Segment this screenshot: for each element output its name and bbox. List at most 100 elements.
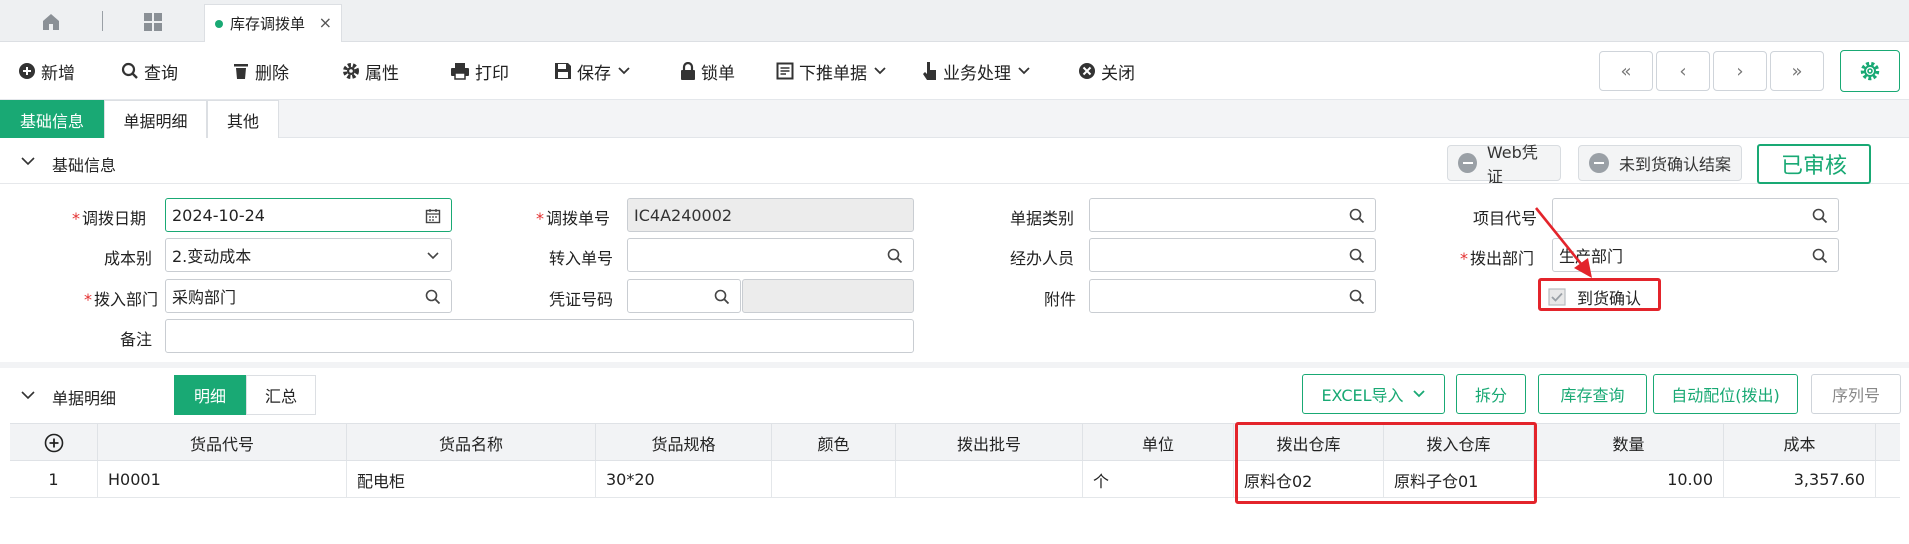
col-qty[interactable]: 数量 [1534,424,1724,462]
query-label: 查询 [144,63,178,84]
close-button[interactable]: 关闭 [1078,57,1135,85]
cell-goods-name[interactable]: 配电柜 [347,461,596,498]
business-button[interactable]: 业务处理 [922,57,1036,85]
tab-detail[interactable]: 明细 [174,375,246,415]
detail-title: 单据明细 [52,389,117,408]
handler-field[interactable] [1089,238,1376,272]
tab-doc-detail[interactable]: 单据明细 [104,100,207,138]
auto-allocate-button[interactable]: 自动配位(拨出) [1653,374,1798,414]
remark-field[interactable] [165,319,914,353]
tab-stock-transfer[interactable]: 库存调拨单 × [204,4,342,42]
voucher-no-field[interactable] [627,279,741,313]
search-icon [1812,208,1828,224]
print-button[interactable]: 打印 [450,57,509,85]
cell-unit[interactable]: 个 [1083,461,1234,498]
cell-color[interactable] [772,461,896,498]
lock-icon [681,62,695,80]
document-list-icon [776,62,794,80]
chevron-down-icon [1018,67,1030,75]
cell-cost[interactable]: 3,357.60 [1724,461,1876,498]
properties-button[interactable]: 属性 [342,57,399,85]
print-label: 打印 [475,63,509,84]
cell-spec[interactable]: 30*20 [596,461,772,498]
col-out-batch[interactable]: 拨出批号 [896,424,1083,462]
home-icon[interactable] [28,9,74,35]
tab-summary[interactable]: 汇总 [246,375,316,415]
chevron-down-icon[interactable] [20,389,36,401]
unarrived-settle-label: 未到货确认结案 [1619,155,1732,174]
transfer-date-value: 2024-10-24 [172,205,265,225]
in-dept-label: * 拨入部门 [84,290,159,309]
voucher-no-label: 凭证号码 [549,290,614,309]
cell-qty[interactable]: 10.00 [1534,461,1724,498]
handler-label: 经办人员 [1010,249,1075,268]
split-button[interactable]: 拆分 [1456,374,1526,414]
annotation-arrow-icon [1534,207,1592,278]
close-circle-icon [1079,63,1095,79]
in-doc-no-field[interactable] [627,238,914,272]
web-voucher-button[interactable]: Web凭证 [1447,143,1561,186]
stock-query-button[interactable]: 库存查询 [1538,374,1647,414]
delete-button[interactable]: 删除 [232,57,289,85]
attachment-label: 附件 [1044,290,1077,309]
close-icon[interactable]: × [319,13,332,32]
transfer-date-label: * 调拨日期 [72,209,147,228]
add-row-button[interactable] [10,424,98,462]
push-down-button[interactable]: 下推单据 [776,57,892,85]
tab-basic-info[interactable]: 基础信息 [0,100,104,138]
in-dept-field[interactable]: 采购部门 [165,279,452,313]
remark-label: 备注 [120,330,153,349]
apps-grid-icon[interactable] [138,9,168,35]
col-unit[interactable]: 单位 [1083,424,1234,462]
doc-type-field[interactable] [1089,198,1376,232]
chevron-down-icon [1412,390,1425,398]
highlight-box-warehouses [1235,422,1537,504]
excel-import-button[interactable]: EXCEL导入 [1302,374,1445,414]
tab-divider [102,11,103,31]
add-label: 新增 [41,63,75,84]
tab-label: 库存调拨单 [230,15,306,33]
col-cost[interactable]: 成本 [1724,424,1876,462]
chevron-down-icon [874,67,886,75]
basic-info-title: 基础信息 [52,156,117,175]
col-goods-name[interactable]: 货品名称 [347,424,596,462]
trash-icon [234,64,248,79]
search-icon [425,289,441,305]
cell-out-batch[interactable] [896,461,1083,498]
search-icon [1812,248,1828,264]
table-row[interactable]: 1 H0001 配电柜 30*20 个 原料仓02 原料子仓01 10.00 3… [10,461,1900,498]
add-button[interactable]: 新增 [18,57,75,85]
search-icon [121,62,138,79]
col-goods-code[interactable]: 货品代号 [98,424,347,462]
tab-other[interactable]: 其他 [207,100,279,138]
cost-type-select[interactable]: 2.变动成本 [165,238,452,272]
delete-label: 删除 [255,63,289,84]
transfer-date-field[interactable]: 2024-10-24 [165,198,452,232]
nav-next-button[interactable]: › [1713,51,1767,91]
serial-no-button[interactable]: 序列号 [1811,374,1901,414]
minus-circle-icon [1458,153,1477,173]
col-color[interactable]: 颜色 [772,424,896,462]
voucher-extra-field [742,279,914,313]
lock-button[interactable]: 锁单 [680,57,735,85]
save-label: 保存 [577,63,611,84]
save-button[interactable]: 保存 [554,57,636,85]
settings-button[interactable] [1840,50,1900,92]
transfer-no-field: IC4A240002 [627,198,914,232]
chevron-down-icon[interactable] [20,155,36,167]
col-spec[interactable]: 货品规格 [596,424,772,462]
cost-type-label: 成本别 [104,249,153,268]
attachment-field[interactable] [1089,279,1376,313]
printer-icon [451,63,469,80]
query-button[interactable]: 查询 [121,57,178,85]
unarrived-settle-button[interactable]: 未到货确认结案 [1578,145,1742,181]
nav-prev-button[interactable]: ‹ [1656,51,1710,91]
search-icon [714,289,730,305]
plus-circle-icon [19,63,35,79]
chevron-down-icon [618,67,630,75]
in-doc-no-label: 转入单号 [549,249,614,268]
cell-goods-code[interactable]: H0001 [98,461,347,498]
nav-first-button[interactable]: « [1599,51,1653,91]
chevron-down-icon [427,252,439,260]
nav-last-button[interactable]: » [1770,51,1824,91]
